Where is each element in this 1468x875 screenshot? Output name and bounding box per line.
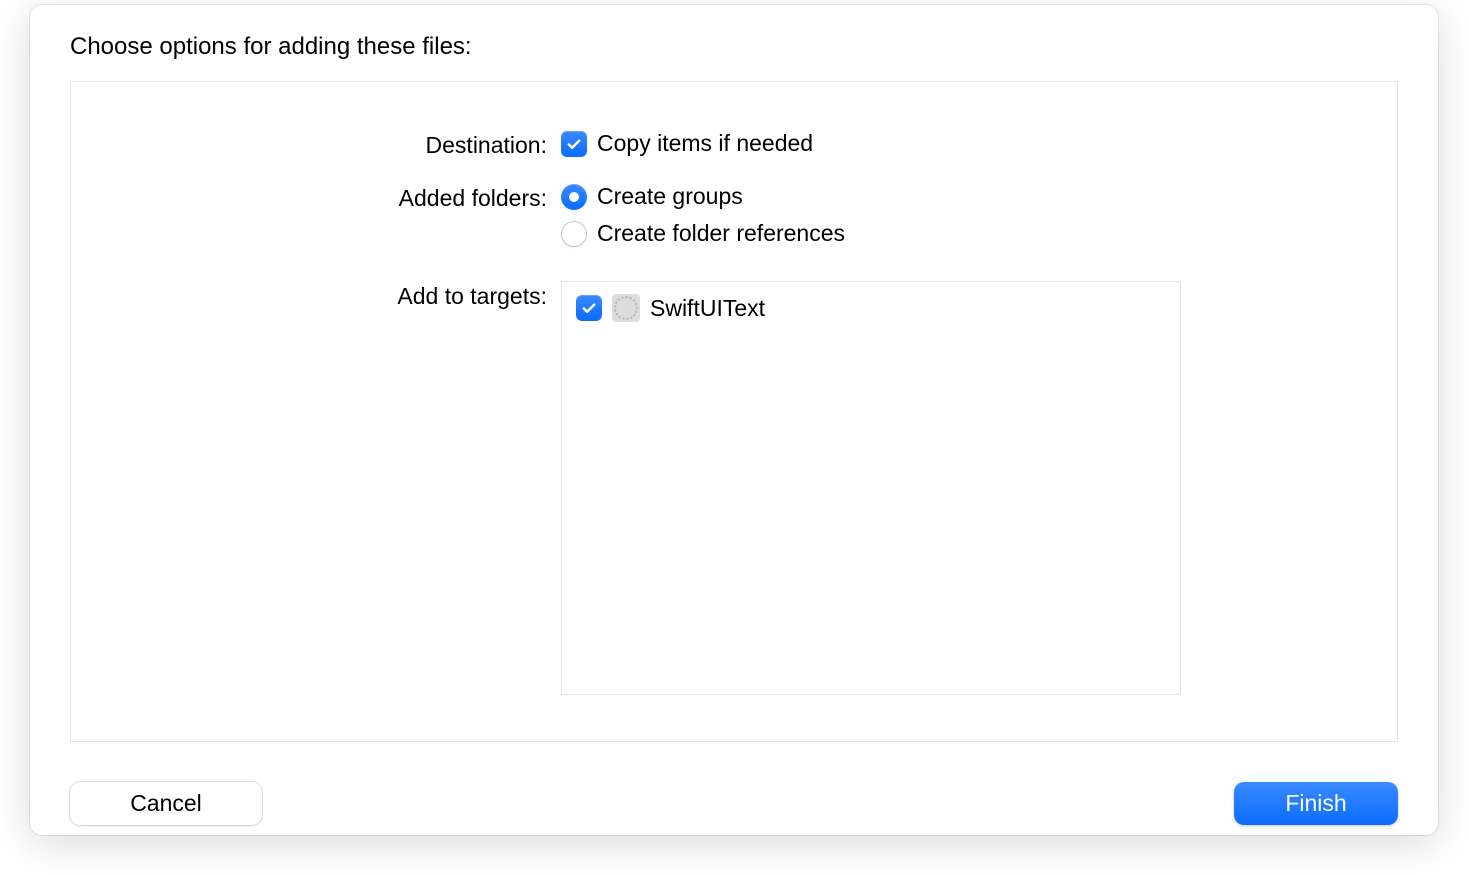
create-groups-option[interactable]: Create groups xyxy=(561,183,1357,210)
targets-controls: SwiftUIText xyxy=(561,281,1357,695)
copy-items-label: Copy items if needed xyxy=(597,130,813,157)
cancel-button[interactable]: Cancel xyxy=(70,782,262,825)
checkmark-icon xyxy=(580,299,598,317)
create-folder-refs-option[interactable]: Create folder references xyxy=(561,220,1357,247)
target-checkbox[interactable] xyxy=(576,295,602,321)
create-groups-radio[interactable] xyxy=(561,184,587,210)
checkmark-icon xyxy=(565,135,583,153)
finish-button[interactable]: Finish xyxy=(1234,782,1398,825)
targets-label: Add to targets: xyxy=(111,281,561,310)
added-folders-controls: Create groups Create folder references xyxy=(561,183,1357,257)
targets-list[interactable]: SwiftUIText xyxy=(561,281,1181,695)
add-files-dialog: Choose options for adding these files: D… xyxy=(30,5,1438,835)
destination-row: Destination: Copy items if needed xyxy=(111,130,1357,167)
added-folders-label: Added folders: xyxy=(111,183,561,212)
target-row[interactable]: SwiftUIText xyxy=(576,294,1166,322)
create-folder-refs-radio[interactable] xyxy=(561,221,587,247)
copy-items-option[interactable]: Copy items if needed xyxy=(561,130,1357,157)
dialog-title: Choose options for adding these files: xyxy=(70,33,1398,61)
create-groups-label: Create groups xyxy=(597,183,743,210)
target-name: SwiftUIText xyxy=(650,295,765,322)
app-icon xyxy=(612,294,640,322)
destination-label: Destination: xyxy=(111,130,561,159)
copy-items-checkbox[interactable] xyxy=(561,131,587,157)
button-bar: Cancel Finish xyxy=(70,742,1398,825)
targets-row: Add to targets: SwiftUIText xyxy=(111,281,1357,695)
options-panel: Destination: Copy items if needed Added … xyxy=(70,81,1398,742)
destination-controls: Copy items if needed xyxy=(561,130,1357,167)
create-folder-refs-label: Create folder references xyxy=(597,220,845,247)
added-folders-row: Added folders: Create groups Create fold… xyxy=(111,183,1357,257)
